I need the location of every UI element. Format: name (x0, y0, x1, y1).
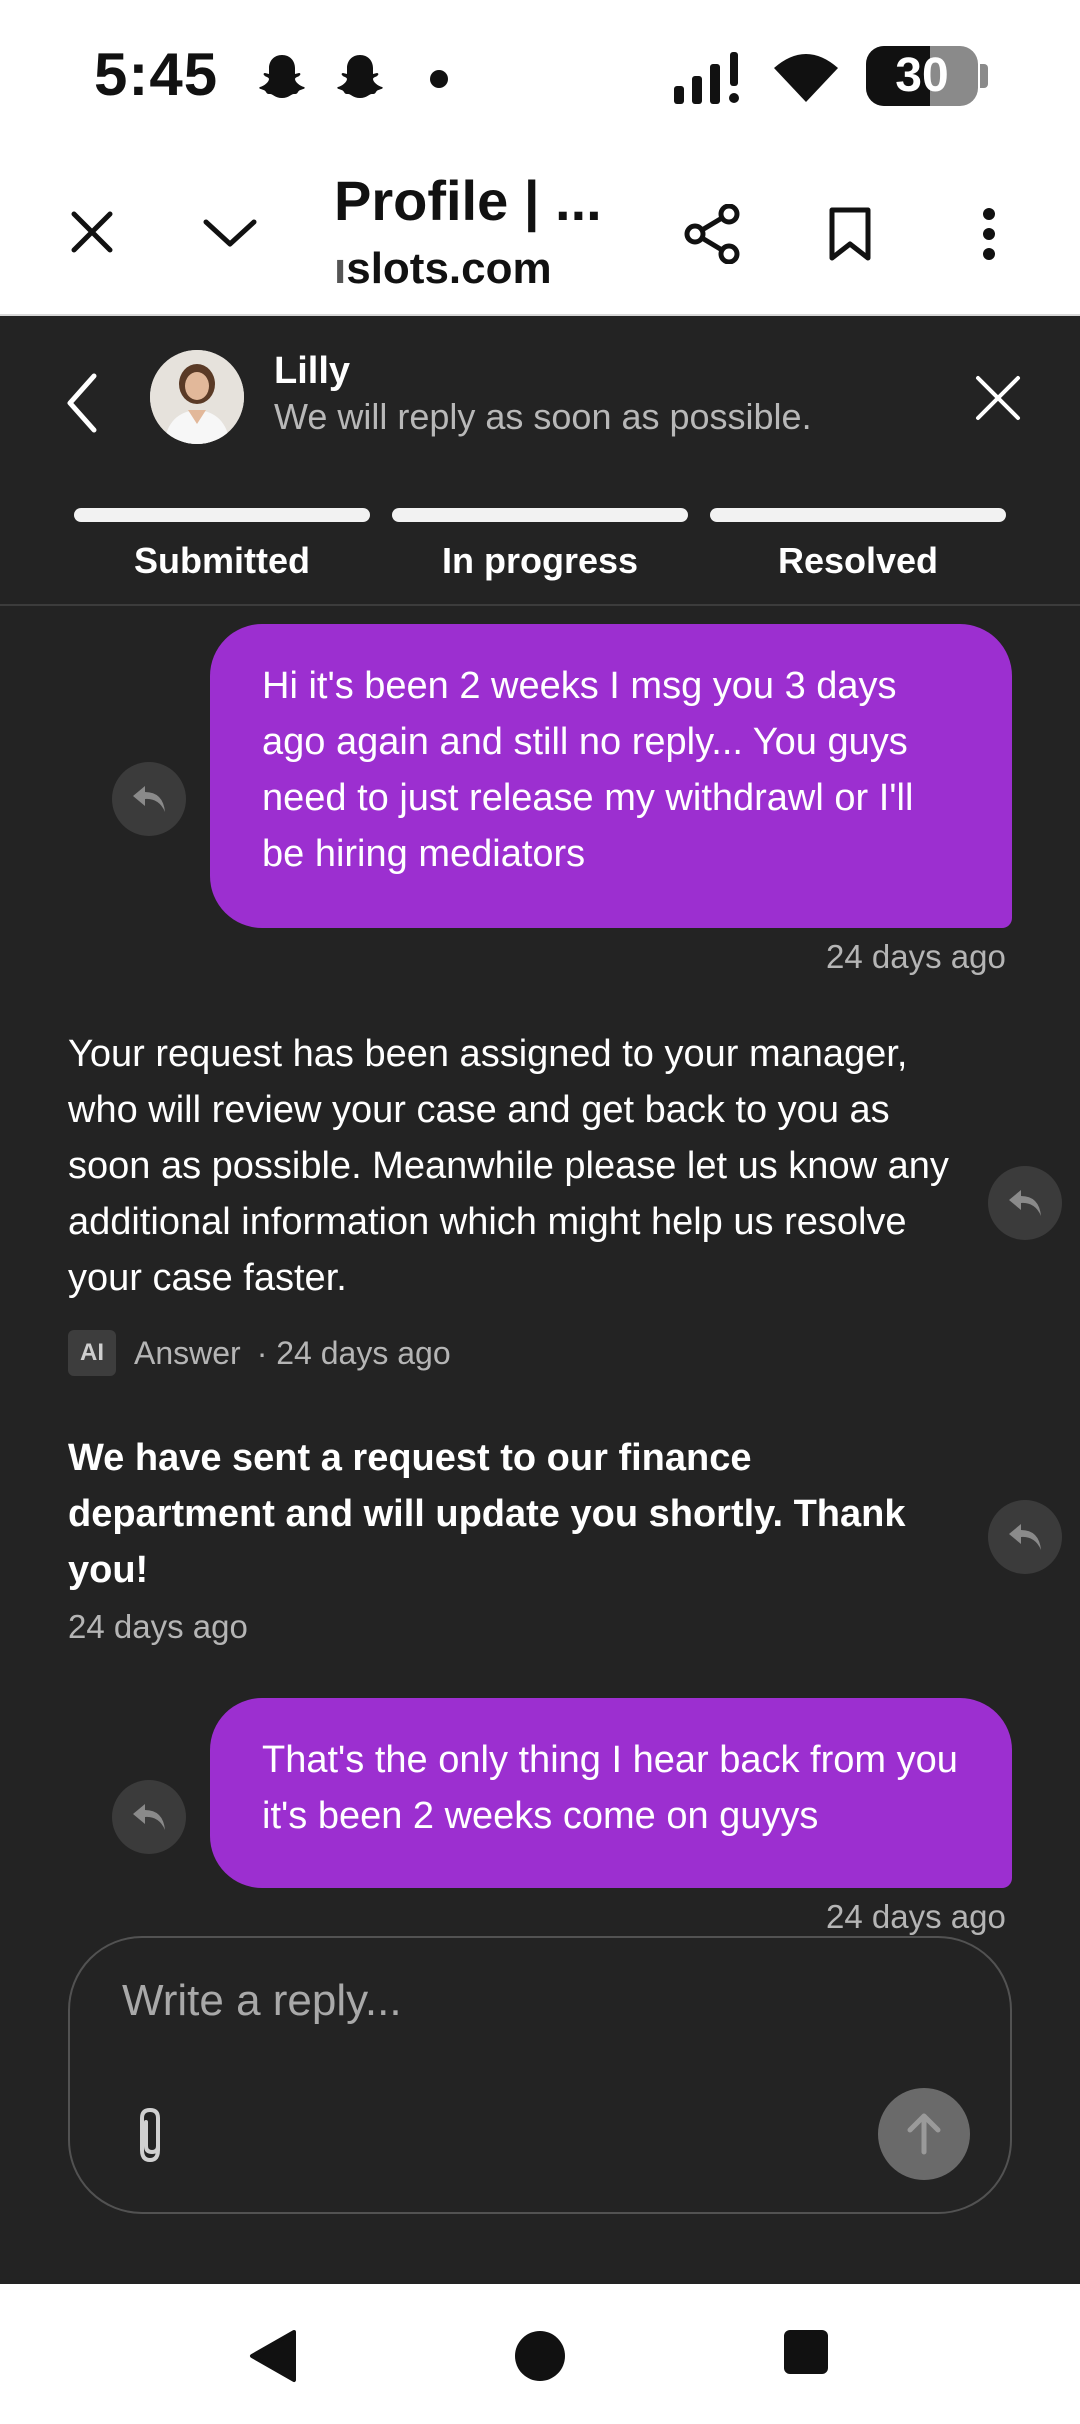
nav-recents-button[interactable] (782, 2328, 830, 2376)
more-vert-icon (983, 208, 995, 260)
user-message-bubble: That's the only thing I hear back from y… (210, 1698, 1012, 1888)
battery-percent: 30 (895, 49, 949, 102)
status-bar: 5:45 30 (0, 0, 1080, 150)
bookmark-button[interactable] (818, 202, 882, 266)
step-label: Submitted (134, 540, 310, 581)
agent-avatar (150, 350, 244, 444)
message-timestamp: 24 days ago (826, 938, 1006, 975)
agent-name: Lilly (274, 350, 351, 392)
message-timestamp: 24 days ago (826, 1898, 1006, 1935)
arrow-up-icon (907, 2113, 941, 2155)
ai-answer-meta: AI Answer · 24 days ago (68, 1328, 451, 1378)
agent-message-text: Your request has been assigned to your m… (68, 1033, 949, 1299)
close-icon (71, 211, 113, 253)
reply-input[interactable]: Write a reply... (122, 1976, 922, 2026)
step-label: Resolved (777, 540, 939, 581)
reply-composer: Write a reply... (68, 1936, 1012, 2214)
reply-icon (1009, 1524, 1041, 1550)
bookmark-icon (829, 207, 871, 261)
reply-icon (1009, 1190, 1041, 1216)
step-submitted: Submitted (74, 508, 370, 582)
reply-button[interactable] (112, 762, 186, 836)
signal-icon (674, 52, 739, 104)
close-chat-button[interactable] (972, 372, 1024, 424)
user-message-bubble: Hi it's been 2 weeks I msg you 3 days ag… (210, 624, 1012, 928)
step-in-progress: In progress (392, 508, 688, 582)
nav-back-button[interactable] (248, 2328, 298, 2384)
chevron-down-icon (203, 219, 257, 247)
battery-icon: 30 (866, 46, 988, 106)
share-icon (684, 204, 740, 264)
reply-button[interactable] (988, 1500, 1062, 1574)
page-title: Profile | ... (334, 169, 602, 232)
browser-toolbar: Profile | ... ıslots.com (0, 150, 1080, 316)
message-text: Hi it's been 2 weeks I msg you 3 days ag… (262, 665, 914, 875)
message-text: That's the only thing I hear back from y… (262, 1739, 958, 1837)
share-button[interactable] (680, 202, 744, 266)
system-nav-bar (0, 2284, 1080, 2424)
notification-dot-icon (430, 70, 448, 88)
ticket-progress: Submitted In progress Resolved (74, 508, 1006, 581)
snapchat-ghost-icon (259, 55, 305, 98)
wifi-icon (774, 54, 838, 102)
step-bar (74, 508, 370, 522)
more-options-button[interactable] (964, 202, 1014, 266)
step-bar (710, 508, 1006, 522)
back-button[interactable] (60, 368, 104, 438)
reply-icon (133, 1804, 165, 1830)
send-button[interactable] (878, 2088, 970, 2180)
ai-badge: AI (68, 1330, 116, 1376)
close-tab-button[interactable] (62, 202, 122, 262)
nav-home-button[interactable] (512, 2328, 568, 2384)
url-domain: slots.com (346, 244, 552, 293)
agent-status: We will reply as soon as possible. (274, 396, 812, 437)
reply-button[interactable] (112, 1780, 186, 1854)
ai-answer-label: Answer (134, 1334, 241, 1371)
chat-header: Lilly We will reply as soon as possible.… (0, 316, 1080, 606)
reply-icon (133, 786, 165, 812)
agent-message-text: We have sent a request to our finance de… (68, 1437, 906, 1591)
url-fade-text: ı (334, 244, 347, 293)
header-divider (0, 604, 1080, 606)
step-label: In progress (441, 540, 639, 581)
minimize-button[interactable] (198, 202, 262, 262)
step-resolved: Resolved (710, 508, 1006, 582)
reply-button[interactable] (988, 1166, 1062, 1240)
snapchat-ghost-icon (337, 55, 383, 98)
message-timestamp: · 24 days ago (256, 1334, 451, 1371)
page-url[interactable]: ıslots.com (334, 244, 552, 294)
status-time: 5:45 (94, 41, 219, 108)
step-bar (392, 508, 688, 522)
message-timestamp: 24 days ago (68, 1608, 248, 1645)
attach-button[interactable] (128, 2106, 176, 2166)
